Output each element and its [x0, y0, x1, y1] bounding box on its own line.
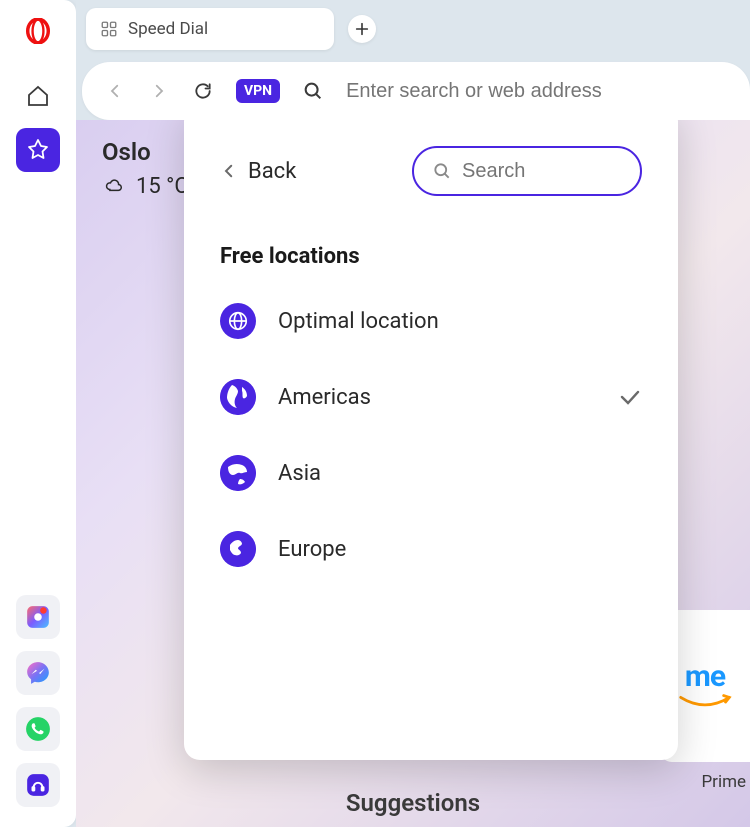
address-input[interactable] [346, 80, 728, 103]
vpn-location-label: Optimal location [278, 309, 642, 334]
vpn-location-asia[interactable]: Asia [220, 455, 642, 491]
address-bar: VPN [82, 62, 750, 120]
vpn-location-optimal[interactable]: Optimal location [220, 303, 642, 339]
sidebar-app-aria-icon[interactable] [16, 595, 60, 639]
tab-strip: Speed Dial [76, 0, 750, 58]
vpn-location-label: Asia [278, 461, 642, 486]
weather-city: Oslo [102, 138, 189, 166]
content-viewport: Oslo 15 °C me Prime Suggestions Back [76, 120, 750, 827]
globe-icon [220, 303, 256, 339]
sidebar-pinboards-button[interactable] [16, 128, 60, 172]
search-icon[interactable] [302, 80, 324, 102]
americas-icon [220, 379, 256, 415]
asia-icon [220, 455, 256, 491]
vpn-location-label: Americas [278, 385, 596, 410]
prime-logo-text: me [685, 659, 725, 694]
vpn-location-list: Optimal location Americas Asia [220, 303, 642, 567]
weather-widget[interactable]: Oslo 15 °C [102, 138, 189, 199]
vpn-search-field[interactable] [412, 146, 642, 196]
reload-button[interactable] [192, 80, 214, 102]
new-tab-button[interactable] [348, 15, 376, 43]
tab-title: Speed Dial [128, 19, 208, 39]
forward-button[interactable] [148, 80, 170, 102]
vpn-search-input[interactable] [462, 160, 622, 183]
vpn-location-label: Europe [278, 537, 642, 562]
tab-speed-dial[interactable]: Speed Dial [86, 8, 334, 50]
vpn-location-europe[interactable]: Europe [220, 531, 642, 567]
opera-logo-icon [25, 18, 51, 44]
sidebar-home-button[interactable] [16, 74, 60, 118]
weather-cloud-icon [102, 177, 126, 197]
sidebar-app-player-icon[interactable] [16, 763, 60, 807]
europe-icon [220, 531, 256, 567]
search-icon [432, 161, 452, 181]
speed-dial-tile-prime-caption: Prime [701, 772, 746, 792]
speed-dial-grid-icon [100, 20, 118, 38]
suggestions-heading: Suggestions [346, 789, 480, 817]
checkmark-icon [618, 385, 642, 409]
vpn-back-label: Back [248, 159, 296, 184]
vpn-section-title: Free locations [220, 244, 642, 269]
main-area: Speed Dial VPN Oslo [76, 0, 750, 827]
sidebar-app-whatsapp-icon[interactable] [16, 707, 60, 751]
back-button[interactable] [104, 80, 126, 102]
sidebar-app-messenger-icon[interactable] [16, 651, 60, 695]
left-sidebar [0, 0, 76, 827]
vpn-location-americas[interactable]: Americas [220, 379, 642, 415]
vpn-badge-label: VPN [244, 83, 272, 99]
vpn-badge-button[interactable]: VPN [236, 79, 280, 103]
weather-temperature: 15 °C [136, 174, 189, 199]
chevron-left-icon [220, 162, 238, 180]
vpn-location-popup: Back Free locations Optimal location [184, 120, 678, 760]
vpn-back-button[interactable]: Back [220, 159, 296, 184]
